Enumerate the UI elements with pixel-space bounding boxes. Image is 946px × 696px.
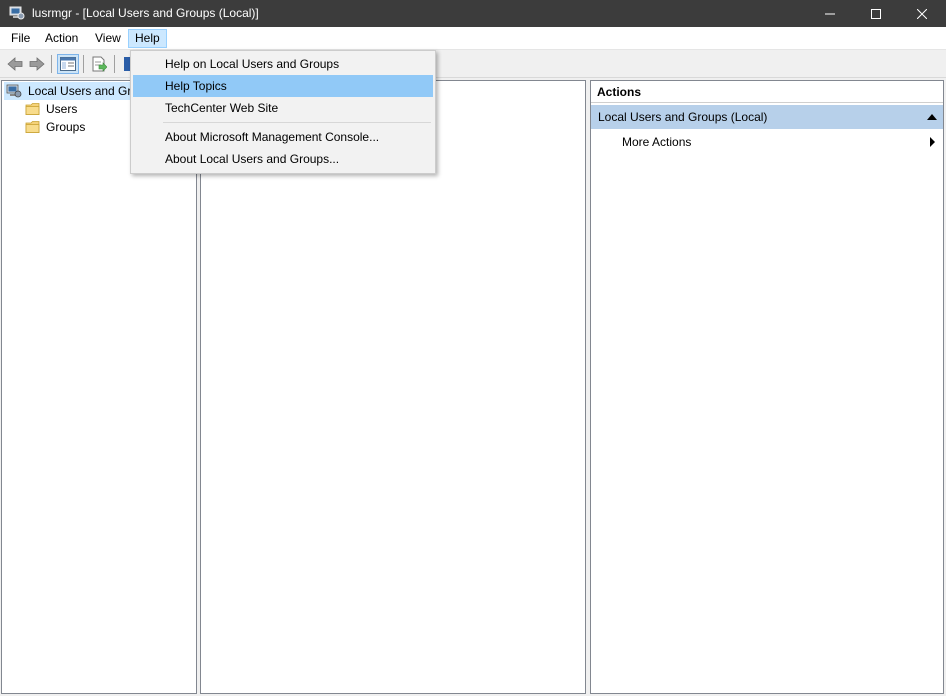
tree-item-label: Users bbox=[46, 102, 78, 116]
actions-pane: Actions Local Users and Groups (Local) M… bbox=[590, 80, 944, 694]
menu-action[interactable]: Action bbox=[39, 29, 84, 48]
toolbar-separator bbox=[114, 55, 115, 73]
menu-help[interactable]: Help bbox=[128, 29, 167, 48]
maximize-icon bbox=[871, 8, 881, 19]
toolbar-separator bbox=[51, 55, 52, 73]
back-arrow-icon bbox=[7, 57, 23, 71]
menu-item-about-local-users-and-groups[interactable]: About Local Users and Groups... bbox=[133, 148, 433, 170]
actions-header: Actions bbox=[591, 81, 943, 103]
window-title: lusrmgr - [Local Users and Groups (Local… bbox=[32, 6, 259, 20]
menu-separator bbox=[163, 122, 431, 123]
folder-icon bbox=[25, 103, 40, 115]
menu-item-about-mmc[interactable]: About Microsoft Management Console... bbox=[133, 126, 433, 148]
menu-item-techcenter-web-site[interactable]: TechCenter Web Site bbox=[133, 97, 433, 119]
action-more-actions[interactable]: More Actions bbox=[622, 131, 942, 153]
computer-management-icon bbox=[6, 84, 22, 98]
menu-item-help-on-local-users-and-groups[interactable]: Help on Local Users and Groups bbox=[133, 53, 433, 75]
computer-management-icon bbox=[9, 6, 25, 20]
forward-arrow-icon bbox=[29, 57, 45, 71]
menu-view[interactable]: View bbox=[89, 29, 127, 48]
tree-item-label: Groups bbox=[46, 120, 86, 134]
action-label: More Actions bbox=[622, 135, 692, 149]
back-button[interactable] bbox=[4, 54, 26, 74]
close-icon bbox=[917, 8, 927, 19]
actions-group-local-users-and-groups[interactable]: Local Users and Groups (Local) bbox=[591, 105, 943, 129]
folder-icon bbox=[25, 121, 40, 133]
help-menu-dropdown: Help on Local Users and Groups Help Topi… bbox=[130, 50, 436, 174]
close-button[interactable] bbox=[899, 0, 945, 27]
menu-file[interactable]: File bbox=[5, 29, 36, 48]
forward-button[interactable] bbox=[26, 54, 48, 74]
export-list-icon bbox=[92, 56, 107, 72]
menu-bar: File Action View Help bbox=[0, 27, 946, 50]
minimize-button[interactable] bbox=[807, 0, 853, 27]
collapse-up-icon[interactable] bbox=[927, 114, 937, 120]
maximize-button[interactable] bbox=[853, 0, 899, 27]
submenu-arrow-icon bbox=[930, 137, 935, 147]
title-bar: lusrmgr - [Local Users and Groups (Local… bbox=[0, 0, 946, 27]
minimize-icon bbox=[825, 13, 835, 14]
export-list-button[interactable] bbox=[88, 54, 110, 74]
toolbar-separator bbox=[83, 55, 84, 73]
show-hide-tree-button[interactable] bbox=[57, 54, 79, 74]
menu-item-help-topics[interactable]: Help Topics bbox=[133, 75, 433, 97]
console-tree-icon bbox=[60, 57, 76, 71]
actions-group-label: Local Users and Groups (Local) bbox=[598, 110, 768, 124]
